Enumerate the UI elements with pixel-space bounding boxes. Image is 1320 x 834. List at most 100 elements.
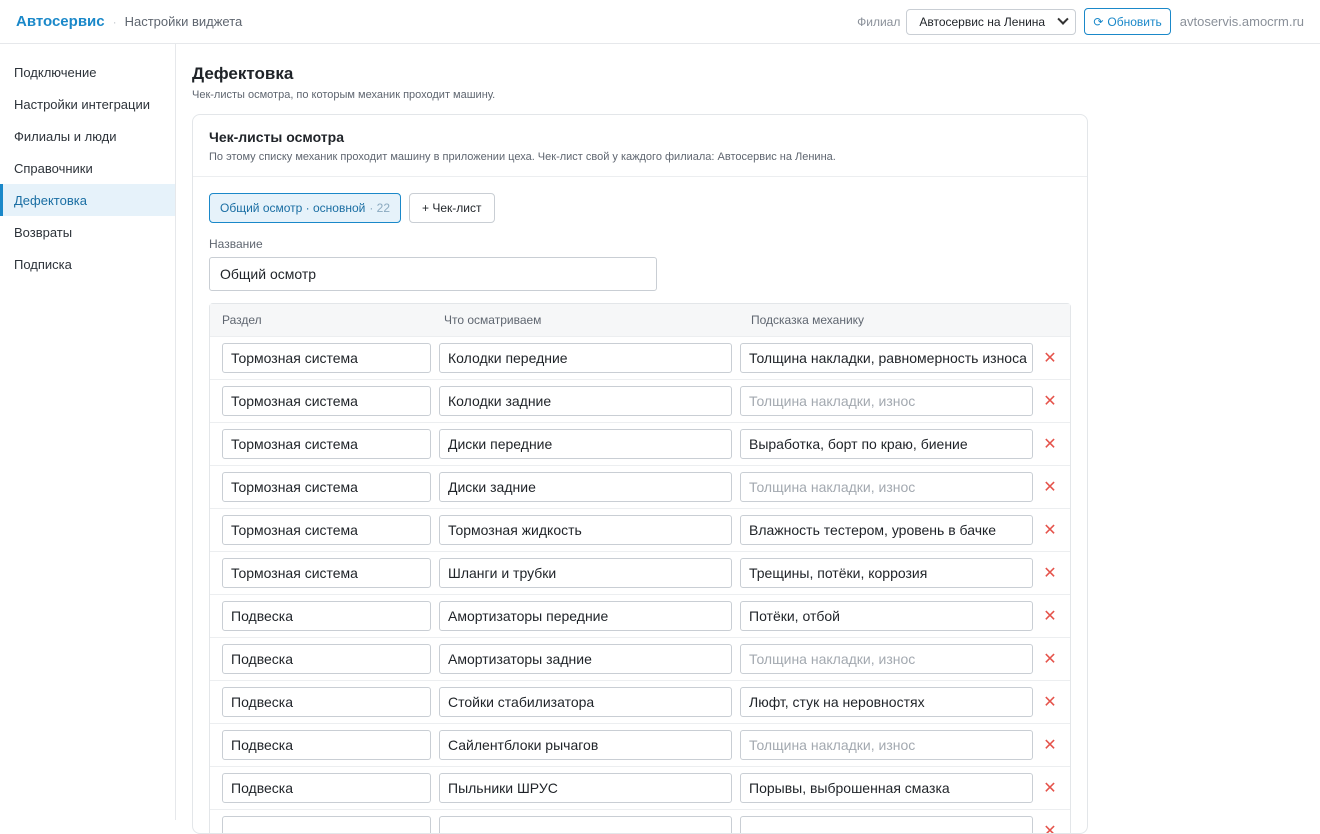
inspect-item-input[interactable]: Шланги и трубки (439, 558, 732, 588)
inspect-item-input[interactable]: Пыльники ШРУС (439, 773, 732, 803)
inspect-item-input[interactable]: Сайлентблоки рычагов (439, 730, 732, 760)
sidebar-item-branches-people[interactable]: Филиалы и люди (0, 120, 175, 152)
mechanic-hint-input[interactable]: Порывы, выброшенная смазка (740, 773, 1033, 803)
page-subtitle: Чек-листы осмотра, по которым механик пр… (192, 89, 496, 101)
branch-select[interactable]: Автосервис на Ленина (906, 8, 1077, 35)
name-field-label: Название (209, 237, 263, 251)
delete-row-icon[interactable]: ✕ (1043, 391, 1057, 411)
header-subtitle: Настройки виджета (124, 14, 243, 29)
checklists-card: Чек-листы осмотра По этому списку механи… (192, 114, 1088, 834)
section-input[interactable]: Тормозная система (222, 429, 431, 459)
table-row: Подвеска Амортизаторы задние Толщина накла… (210, 637, 1070, 680)
checklist-table: Раздел Что осматриваем Подсказка механик… (209, 303, 1071, 833)
refresh-button-label: Обновить (1107, 14, 1162, 29)
card-title: Чек-листы осмотра (209, 129, 345, 145)
section-input[interactable]: Тормозная система (222, 343, 431, 373)
header-controls: Филиал Автосервис на Ленина ⟳ Обновить a… (857, 8, 1304, 35)
branch-select-value: Автосервис на Ленина (919, 14, 1046, 29)
sidebar-item-subscription[interactable]: Подписка (0, 248, 175, 280)
table-row: Тормозная система Диски задние Толщина нак… (210, 465, 1070, 508)
table-row: Тормозная система Диски передние Выработка… (210, 422, 1070, 465)
section-input[interactable] (222, 816, 431, 833)
inspect-item-input[interactable]: Диски задние (439, 472, 732, 502)
inspect-item-input[interactable]: Амортизаторы задние (439, 644, 732, 674)
inspect-item-input[interactable]: Тормозная жидкость (439, 515, 732, 545)
table-row: Подвеска Стойки стабилизатора Люфт, стук н… (210, 680, 1070, 723)
mechanic-hint-input[interactable]: Толщина накладки, износ (740, 730, 1033, 760)
section-input[interactable]: Тормозная система (222, 472, 431, 502)
delete-row-icon[interactable]: ✕ (1043, 520, 1057, 540)
delete-row-icon[interactable]: ✕ (1043, 606, 1057, 626)
inspect-item-input[interactable]: Амортизаторы передние (439, 601, 732, 631)
checklist-item-count: · 22 (369, 201, 391, 215)
table-row: Тормозная система Шланги и трубки Трещины,… (210, 551, 1070, 594)
chevron-down-icon (1057, 13, 1070, 25)
mechanic-hint-input[interactable]: Толщина накладки, износ (740, 386, 1033, 416)
section-input[interactable]: Тормозная система (222, 386, 431, 416)
sidebar-item-integration-settings[interactable]: Настройки интеграции (0, 88, 175, 120)
column-header-item: Что осматриваем (444, 313, 542, 327)
delete-row-icon[interactable]: ✕ (1043, 735, 1057, 755)
card-header: Чек-листы осмотра По этому списку механи… (193, 115, 1087, 177)
checklist-name-input[interactable]: Общий осмотр (209, 257, 657, 291)
table-row: Подвеска Пыльники ШРУС Порывы, выброшенная… (210, 766, 1070, 809)
card-description: По этому списку механик проходит машину … (209, 151, 836, 163)
inspect-item-input[interactable]: Колодки передние (439, 343, 732, 373)
mechanic-hint-input[interactable]: Люфт, стук на неровностях (740, 687, 1033, 717)
delete-row-icon[interactable]: ✕ (1043, 692, 1057, 712)
mechanic-hint-input[interactable] (740, 816, 1033, 833)
sidebar-item-returns[interactable]: Возвраты (0, 216, 175, 248)
branch-label: Филиал (857, 14, 901, 29)
brand-logo[interactable]: Автосервис (16, 13, 105, 30)
sidebar-item-defects[interactable]: Дефектовка (0, 184, 175, 216)
sidebar-item-directories[interactable]: Справочники (0, 152, 175, 184)
inspect-item-input[interactable]: Колодки задние (439, 386, 732, 416)
column-header-hint: Подсказка механику (751, 313, 865, 327)
inspect-item-input[interactable]: Стойки стабилизатора (439, 687, 732, 717)
refresh-button[interactable]: ⟳ Обновить (1084, 8, 1171, 35)
table-body: Тормозная система Колодки передние Толщина… (210, 336, 1070, 833)
mechanic-hint-input[interactable]: Потёки, отбой (740, 601, 1033, 631)
table-row: Тормозная система Колодки задние Толщина н… (210, 379, 1070, 422)
table-header: Раздел Что осматриваем Подсказка механик… (210, 304, 1070, 336)
page-title: Дефектовка (192, 64, 294, 83)
section-input[interactable]: Подвеска (222, 601, 431, 631)
mechanic-hint-input[interactable]: Трещины, потёки, коррозия (740, 558, 1033, 588)
mechanic-hint-input[interactable]: Выработка, борт по краю, биение (740, 429, 1033, 459)
table-row: Тормозная система Колодки передние Толщина… (210, 336, 1070, 379)
delete-row-icon[interactable]: ✕ (1043, 348, 1057, 368)
account-domain: avtoservis.amocrm.ru (1179, 14, 1304, 29)
column-header-section: Раздел (222, 313, 262, 327)
delete-row-icon[interactable]: ✕ (1043, 778, 1057, 798)
mechanic-hint-input[interactable]: Толщина накладки, износ (740, 644, 1033, 674)
main-content: Дефектовка Чек-листы осмотра, по которым… (192, 44, 1320, 834)
refresh-icon: ⟳ (1093, 14, 1104, 29)
checklist-tab-active[interactable]: Общий осмотр · основной · 22 (209, 193, 402, 223)
mechanic-hint-input[interactable]: Влажность тестером, уровень в бачке (740, 515, 1033, 545)
section-input[interactable]: Тормозная система (222, 558, 431, 588)
inspect-item-input[interactable]: Диски передние (439, 429, 732, 459)
section-input[interactable]: Подвеска (222, 730, 431, 760)
table-row: Подвеска Амортизаторы передние Потёки, отб… (210, 594, 1070, 637)
checklist-tabs: Общий осмотр · основной · 22 + Чек-лист (209, 193, 1071, 223)
top-header: Автосервис · Настройки виджета Филиал Ав… (0, 0, 1320, 44)
inspect-item-input[interactable] (439, 816, 732, 833)
mechanic-hint-input[interactable]: Толщина накладки, равномерность износа (740, 343, 1033, 373)
section-input[interactable]: Тормозная система (222, 515, 431, 545)
delete-row-icon[interactable]: ✕ (1043, 563, 1057, 583)
section-input[interactable]: Подвеска (222, 773, 431, 803)
mechanic-hint-input[interactable]: Толщина накладки, износ (740, 472, 1033, 502)
checklist-tab-label: Общий осмотр · основной (220, 201, 366, 215)
table-row: Подвеска Сайлентблоки рычагов Толщина накл… (210, 723, 1070, 766)
delete-row-icon[interactable]: ✕ (1043, 821, 1057, 833)
sidebar-item-connection[interactable]: Подключение (0, 56, 175, 88)
add-checklist-button[interactable]: + Чек-лист (409, 193, 495, 223)
section-input[interactable]: Подвеска (222, 687, 431, 717)
table-row: Тормозная система Тормозная жидкость Влажн… (210, 508, 1070, 551)
section-input[interactable]: Подвеска (222, 644, 431, 674)
delete-row-icon[interactable]: ✕ (1043, 649, 1057, 669)
brand-separator: · (112, 14, 117, 29)
delete-row-icon[interactable]: ✕ (1043, 477, 1057, 497)
table-row: ✕ (210, 809, 1070, 833)
delete-row-icon[interactable]: ✕ (1043, 434, 1057, 454)
